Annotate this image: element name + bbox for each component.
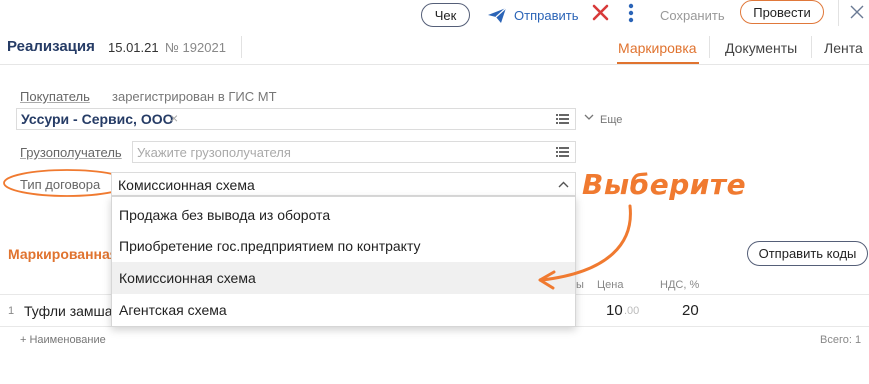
post-button-label: Провести: [753, 4, 811, 20]
cancel-icon[interactable]: [592, 4, 609, 21]
chevron-up-icon[interactable]: [558, 181, 569, 188]
save-button[interactable]: Сохранить: [660, 8, 725, 23]
send-button[interactable]: Отправить: [514, 8, 578, 23]
dropdown-option[interactable]: Агентская схема: [112, 294, 575, 326]
row-number: 1: [8, 305, 15, 317]
contract-type-label: Тип договора: [20, 177, 101, 192]
more-fields-link[interactable]: Еще: [600, 114, 622, 126]
contract-type-select[interactable]: Комиссионная схема: [111, 172, 576, 196]
send-codes-button[interactable]: Отправить коды: [747, 241, 868, 266]
col-header-vat: НДС, %: [660, 279, 700, 291]
send-icon[interactable]: [487, 7, 507, 24]
row-vat: 20: [682, 302, 699, 319]
post-button[interactable]: Провести: [740, 0, 824, 24]
header-separator: [0, 64, 869, 65]
buyer-field[interactable]: Уссури - Сервис, ООО ×: [16, 108, 576, 130]
list-icon[interactable]: [556, 114, 569, 124]
tab-marking[interactable]: Маркировка: [618, 40, 697, 56]
total-count: Всего: 1: [820, 334, 862, 346]
more-menu-icon[interactable]: [628, 3, 634, 23]
consignee-label[interactable]: Грузополучатель: [20, 145, 122, 160]
contract-type-dropdown[interactable]: Продажа без вывода из оборота Приобретен…: [111, 196, 576, 327]
row-name: Туфли замша к: [24, 303, 123, 319]
row-price-dec: .00: [624, 305, 640, 317]
close-icon[interactable]: [850, 5, 864, 19]
page-title: Реализация: [7, 38, 95, 55]
tab-active-indicator: [617, 62, 699, 64]
check-button[interactable]: Чек: [421, 3, 470, 27]
dropdown-option[interactable]: Продажа без вывода из оборота: [112, 199, 575, 231]
doc-date: 15.01.21: [108, 40, 159, 55]
consignee-field[interactable]: Укажите грузополучателя: [132, 141, 576, 163]
tab-divider-2: [811, 36, 812, 58]
add-item-link[interactable]: + Наименование: [20, 334, 106, 346]
tab-documents[interactable]: Документы: [725, 40, 797, 56]
contract-type-value: Комиссионная схема: [118, 177, 255, 193]
annotation-arrow-icon: [538, 204, 632, 290]
dropdown-option[interactable]: Приобретение гос.предприятием по контрак…: [112, 230, 575, 262]
chevron-down-icon[interactable]: [584, 114, 594, 121]
annotation-text: Выберите: [582, 168, 747, 201]
tab-feed[interactable]: Лента: [824, 40, 863, 56]
buyer-label[interactable]: Покупатель: [20, 89, 90, 104]
clear-buyer-icon[interactable]: ×: [170, 110, 178, 126]
doc-number: № 192021: [165, 40, 226, 55]
check-button-label: Чек: [434, 7, 457, 23]
list-icon[interactable]: [556, 147, 569, 157]
section-title: Маркированная: [8, 246, 118, 262]
buyer-status: зарегистрирован в ГИС МТ: [112, 89, 277, 104]
consignee-placeholder: Укажите грузополучателя: [137, 145, 291, 160]
send-codes-label: Отправить коды: [758, 246, 857, 261]
dropdown-option-selected[interactable]: Комиссионная схема: [112, 262, 575, 294]
buyer-value: Уссури - Сервис, ООО: [21, 111, 174, 127]
header-divider: [241, 36, 242, 58]
row-price-int: 10: [606, 302, 623, 319]
tab-divider-1: [709, 36, 710, 58]
toolbar-divider: [838, 0, 839, 26]
